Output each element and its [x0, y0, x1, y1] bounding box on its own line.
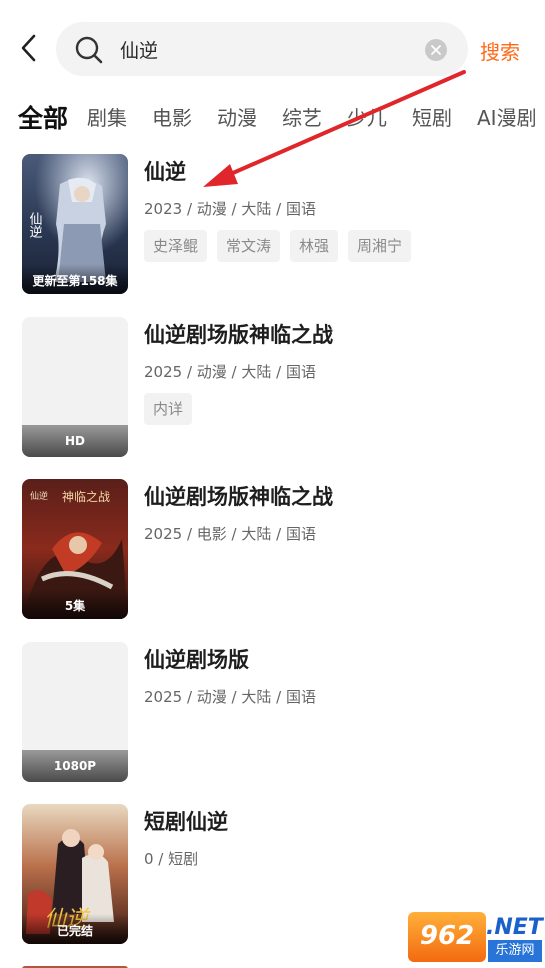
tab-variety[interactable]: 综艺 — [282, 102, 322, 131]
tab-all[interactable]: 全部 — [18, 99, 68, 135]
poster-placeholder: 1080P — [22, 642, 128, 782]
poster-badge: 1080P — [22, 750, 128, 782]
tab-movies[interactable]: 电影 — [152, 102, 192, 131]
watermark-site: 乐游网 — [488, 940, 542, 962]
poster-image: 神临之战 仙逆 5集 — [22, 479, 128, 619]
tab-anime[interactable]: 动漫 — [217, 102, 257, 131]
result-meta: 0 / 短剧 — [144, 850, 199, 868]
poster-badge: 更新至第158集 — [22, 264, 128, 294]
chevron-left-icon — [21, 34, 36, 62]
cast-tag[interactable]: 林强 — [290, 230, 339, 262]
tab-kids[interactable]: 少儿 — [347, 102, 387, 131]
back-button[interactable] — [14, 30, 44, 66]
result-title: 仙逆剧场版神临之战 — [144, 323, 333, 347]
poster-image: 仙逆 已完结 — [22, 804, 128, 944]
result-meta: 2025 / 动漫 / 大陆 / 国语 — [144, 363, 316, 381]
cast-tag[interactable]: 常文涛 — [217, 230, 281, 262]
svg-text:仙逆: 仙逆 — [30, 490, 48, 502]
poster-badge: 5集 — [22, 589, 128, 619]
result-meta: 2025 / 动漫 / 大陆 / 国语 — [144, 688, 316, 706]
search-button[interactable]: 搜索 — [480, 36, 520, 65]
tab-short-drama[interactable]: 短剧 — [412, 102, 452, 131]
list-item[interactable]: 1080P 仙逆剧场版 2025 / 动漫 / 大陆 / 国语 — [0, 638, 545, 786]
search-box[interactable] — [56, 22, 468, 76]
result-title: 短剧仙逆 — [144, 810, 228, 834]
svg-text:神临之战: 神临之战 — [62, 490, 110, 504]
cast-tags: 史泽鲲 常文涛 林强 周湘宁 — [144, 230, 421, 262]
list-item[interactable]: 神临之战 仙逆 5集 仙逆剧场版神临之战 2025 / 电影 / 大陆 / 国语 — [0, 475, 545, 623]
top-bar: 搜索 — [0, 0, 545, 96]
list-item[interactable]: 仙逆 更新至第158集 仙逆 2023 / 动漫 / 大陆 / 国语 史泽鲲 常文… — [0, 150, 545, 298]
watermark-logo: 962 .NET 乐游网 — [408, 912, 544, 968]
svg-text:仙逆: 仙逆 — [27, 212, 43, 239]
clear-icon[interactable] — [425, 39, 447, 61]
cast-tags: 内详 — [144, 393, 202, 425]
cast-tag[interactable]: 史泽鲲 — [144, 230, 208, 262]
cast-tag[interactable]: 内详 — [144, 393, 193, 425]
watermark-badge: 962 — [408, 912, 486, 962]
tab-series[interactable]: 剧集 — [87, 102, 127, 131]
watermark-net: .NET — [486, 915, 543, 940]
poster-badge: HD — [22, 425, 128, 457]
result-title: 仙逆剧场版神临之战 — [144, 485, 333, 509]
tab-ai-drama[interactable]: AI漫剧 — [477, 102, 537, 131]
result-meta: 2023 / 动漫 / 大陆 / 国语 — [144, 200, 316, 218]
search-icon — [75, 36, 103, 64]
search-input[interactable] — [120, 34, 420, 64]
cast-tag[interactable]: 周湘宁 — [348, 230, 412, 262]
list-item[interactable]: HD 仙逆剧场版神临之战 2025 / 动漫 / 大陆 / 国语 内详 — [0, 313, 545, 461]
result-meta: 2025 / 电影 / 大陆 / 国语 — [144, 525, 316, 543]
result-title: 仙逆剧场版 — [144, 648, 249, 672]
result-title: 仙逆 — [144, 160, 186, 184]
poster-image: 仙逆 更新至第158集 — [22, 154, 128, 294]
poster-placeholder: HD — [22, 317, 128, 457]
category-tabs: 全部 剧集 电影 动漫 综艺 少儿 短剧 AI漫剧 — [0, 96, 545, 140]
poster-badge: 已完结 — [22, 914, 128, 944]
